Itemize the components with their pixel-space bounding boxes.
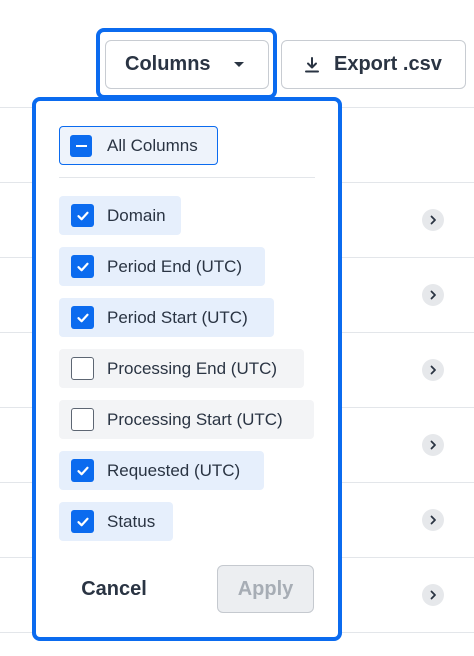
panel-divider (59, 177, 315, 178)
column-option-processing-end[interactable]: Processing End (UTC) (59, 349, 304, 388)
check-icon (71, 255, 94, 278)
column-option-label: Period Start (UTC) (107, 307, 248, 327)
row-expand-icon[interactable] (422, 359, 444, 381)
check-icon (71, 306, 94, 329)
row-expand-icon[interactable] (422, 509, 444, 531)
columns-button-label: Columns (125, 53, 211, 75)
column-option-label: Domain (107, 205, 166, 225)
check-icon (71, 459, 94, 482)
export-button-label: Export .csv (334, 53, 442, 75)
column-option-processing-start[interactable]: Processing Start (UTC) (59, 400, 314, 439)
column-option-requested[interactable]: Requested (UTC) (59, 451, 264, 490)
check-icon (71, 510, 94, 533)
column-option-status[interactable]: Status (59, 502, 173, 541)
row-expand-icon[interactable] (422, 584, 444, 606)
columns-button[interactable]: Columns (105, 40, 269, 89)
row-expand-icon[interactable] (422, 209, 444, 231)
unchecked-box-icon (71, 408, 94, 431)
export-csv-button[interactable]: Export .csv (281, 40, 466, 89)
unchecked-box-icon (71, 357, 94, 380)
apply-button[interactable]: Apply (217, 565, 314, 613)
column-option-label: Processing Start (UTC) (107, 409, 283, 429)
row-expand-icon[interactable] (422, 284, 444, 306)
all-columns-label: All Columns (107, 135, 198, 155)
cancel-button[interactable]: Cancel (62, 566, 166, 612)
caret-down-icon (234, 62, 244, 67)
minus-icon (70, 135, 92, 157)
column-option-domain[interactable]: Domain (59, 196, 181, 235)
column-option-label: Status (107, 511, 156, 531)
download-icon (305, 57, 319, 73)
check-icon (71, 204, 94, 227)
column-option-label: Processing End (UTC) (107, 358, 278, 378)
column-option-label: Period End (UTC) (107, 256, 243, 276)
all-columns-checkbox[interactable]: All Columns (59, 126, 218, 165)
column-option-period-end[interactable]: Period End (UTC) (59, 247, 265, 286)
column-option-period-start[interactable]: Period Start (UTC) (59, 298, 274, 337)
column-option-label: Requested (UTC) (107, 460, 241, 480)
row-expand-icon[interactable] (422, 434, 444, 456)
